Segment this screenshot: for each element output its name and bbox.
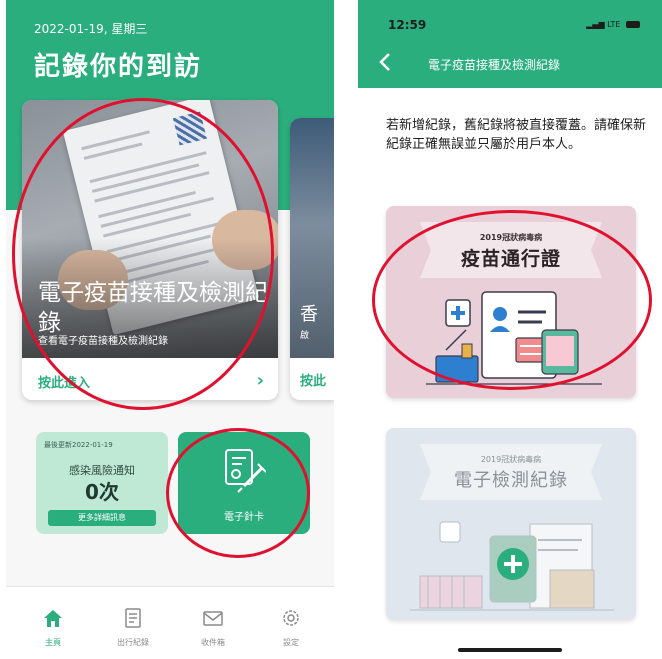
status-time: 12:59 <box>388 18 427 32</box>
network-type: LTE <box>607 20 621 29</box>
card-title: 香 <box>300 304 318 325</box>
chevron-right-icon: › <box>256 370 264 391</box>
home-icon <box>44 610 62 627</box>
left-phone-screen: 2022-01-19, 星期三 記錄你的到訪 電子疫苗接種及檢測紀錄 查看電子疫… <box>6 0 334 659</box>
current-date: 2022-01-19, 星期三 <box>34 22 148 36</box>
page-title: 電子疫苗接種及檢測紀錄 <box>428 58 561 72</box>
tab-inbox[interactable]: 收件箱 <box>178 587 248 659</box>
tab-label: 設定 <box>283 638 299 647</box>
page-title: 記錄你的到訪 <box>34 52 203 82</box>
last-updated: 最後更新2022-01-19 <box>44 441 113 449</box>
enter-link[interactable]: 按此 <box>300 370 326 389</box>
document-icon <box>125 608 141 628</box>
mail-icon <box>203 611 223 626</box>
highlight-ring <box>12 98 274 410</box>
tab-home[interactable]: 主頁 <box>18 587 88 659</box>
card-subtitle: 啟 <box>300 331 310 341</box>
tab-trip-records[interactable]: 出行紀錄 <box>98 587 168 659</box>
test-record-button[interactable]: 2019冠狀病毒病 電子檢測紀錄 <box>386 428 636 620</box>
status-indicators: ▂▄▆ LTE <box>586 20 640 29</box>
tab-label: 收件箱 <box>201 638 225 647</box>
highlight-ring <box>166 428 310 558</box>
tab-settings[interactable]: 設定 <box>256 587 326 659</box>
signal-icon: ▂▄▆ <box>586 20 605 29</box>
back-arrow-icon[interactable] <box>374 50 398 74</box>
bottom-tab-bar: 主頁 出行紀錄 收件箱 設定 <box>6 586 334 659</box>
nav-header: 12:59 ▂▄▆ LTE 電子疫苗接種及檢測紀錄 <box>358 0 662 88</box>
infection-risk-card[interactable]: 最後更新2022-01-19 感染風險通知 0次 更多詳細訊息 <box>36 432 168 534</box>
highlight-ring <box>372 210 652 390</box>
battery-icon <box>626 21 640 28</box>
right-phone-screen: 12:59 ▂▄▆ LTE 電子疫苗接種及檢測紀錄 若新增紀錄，舊紀錄將被直接覆… <box>358 0 662 659</box>
tab-label: 出行紀錄 <box>117 638 149 647</box>
tab-label: 主頁 <box>45 638 61 647</box>
overwrite-notice: 若新增紀錄，舊紀錄將被直接覆蓋。請確保新紀錄正確無誤並只屬於用戶本人。 <box>386 118 647 152</box>
home-indicator <box>458 648 562 652</box>
risk-count: 0次 <box>85 480 119 504</box>
card-title: 電子檢測紀錄 <box>454 470 568 491</box>
more-details-button[interactable]: 更多詳細訊息 <box>48 510 156 526</box>
gear-icon <box>283 610 299 626</box>
next-card-peek[interactable]: 香 啟 按此 <box>290 118 334 400</box>
test-record-illustration <box>410 521 614 611</box>
card-caption: 2019冠狀病毒病 <box>480 455 542 464</box>
